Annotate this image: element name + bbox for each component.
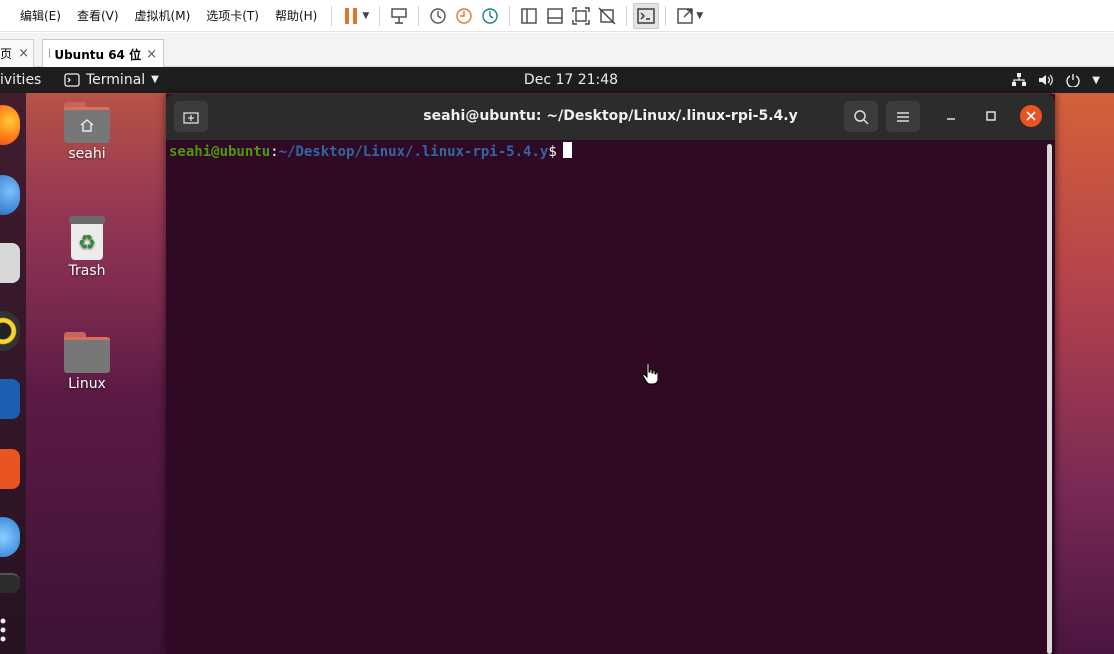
- tab-ubuntu[interactable]: Ubuntu 64 位 ×: [42, 39, 164, 68]
- chevron-down-icon[interactable]: ▼: [1092, 75, 1100, 86]
- vmware-menubar: 编辑(E) 查看(V) 虚拟机(M) 选项卡(T) 帮助(H) ▼ ▼: [0, 0, 1114, 32]
- help-icon[interactable]: [0, 517, 20, 557]
- close-icon: [1026, 111, 1036, 121]
- chevron-down-icon[interactable]: ▼: [362, 11, 369, 21]
- snapshot-manager-icon[interactable]: [477, 3, 503, 29]
- menu-tabs[interactable]: 选项卡(T): [198, 0, 267, 32]
- clock[interactable]: Dec 17 21:48: [0, 67, 1114, 93]
- toolbar-divider: [379, 5, 381, 26]
- revert-snapshot-icon[interactable]: [451, 3, 477, 29]
- folder-icon: [64, 332, 110, 373]
- close-icon[interactable]: ×: [146, 47, 157, 62]
- menu-edit[interactable]: 编辑(E): [12, 0, 69, 32]
- dock: [0, 93, 26, 654]
- menu-vm[interactable]: 虚拟机(M): [127, 0, 199, 32]
- terminal-window[interactable]: seahi@ubuntu: ~/Desktop/Linux/.linux-rpi…: [166, 94, 1055, 654]
- toolbar-divider: [509, 5, 511, 26]
- fit-guest-icon[interactable]: [568, 3, 594, 29]
- terminal-dock-icon[interactable]: [0, 573, 20, 593]
- maximize-icon: [986, 111, 996, 121]
- text-cursor: [562, 142, 572, 158]
- toolbar-divider: [626, 5, 628, 26]
- wallpaper-glow: [1052, 93, 1114, 654]
- autofit-icon[interactable]: [594, 3, 620, 29]
- chevron-down-icon[interactable]: ▼: [696, 11, 703, 21]
- folder-icon: [64, 102, 110, 143]
- terminal-scrollbar[interactable]: [1047, 144, 1052, 654]
- trash-icon: ♻: [69, 216, 105, 260]
- thunderbird-icon[interactable]: [0, 175, 20, 215]
- toolbar-divider: [331, 5, 333, 26]
- system-tray[interactable]: ▼: [1012, 67, 1100, 93]
- snapshot-icon[interactable]: [425, 3, 451, 29]
- close-icon[interactable]: ×: [18, 46, 29, 61]
- toolbar-divider: [418, 5, 420, 26]
- terminal-output[interactable]: seahi@ubuntu:~/Desktop/Linux/.linux-rpi-…: [166, 140, 1055, 654]
- show-apps-icon[interactable]: [0, 617, 8, 647]
- thumbnail-view-icon[interactable]: [542, 3, 568, 29]
- menu-view[interactable]: 查看(V): [69, 0, 127, 32]
- hand-pointer-icon: [642, 362, 658, 385]
- desktop-icon-home[interactable]: seahi: [52, 102, 122, 162]
- fullscreen-icon[interactable]: [672, 3, 698, 29]
- console-view-icon[interactable]: [633, 2, 660, 29]
- ubuntu-top-bar: ivities Terminal ▼ Dec 17 21:48 ▼: [0, 67, 1114, 93]
- terminal-title: seahi@ubuntu: ~/Desktop/Linux/.linux-rpi…: [423, 108, 798, 124]
- toolbar-divider: [665, 5, 667, 26]
- menu-button[interactable]: [886, 101, 920, 132]
- software-center-icon[interactable]: [0, 449, 20, 489]
- network-icon[interactable]: [1012, 73, 1027, 87]
- maximize-button[interactable]: [980, 105, 1002, 127]
- search-button[interactable]: [844, 101, 878, 132]
- home-icon: [80, 119, 94, 132]
- minimize-icon: [947, 118, 955, 120]
- prompt-user: seahi@ubuntu: [169, 144, 271, 160]
- libreoffice-writer-icon[interactable]: [0, 379, 20, 419]
- desktop-icon-trash[interactable]: ♻ Trash: [52, 216, 122, 279]
- volume-icon[interactable]: [1038, 73, 1054, 87]
- terminal-header-bar[interactable]: seahi@ubuntu: ~/Desktop/Linux/.linux-rpi…: [166, 94, 1055, 140]
- desktop-icon-label: Trash: [68, 263, 106, 279]
- prompt-colon: :: [270, 144, 279, 160]
- prompt-symbol: $: [548, 144, 557, 160]
- close-button[interactable]: [1020, 105, 1042, 127]
- hamburger-menu-icon: [897, 111, 909, 122]
- files-icon[interactable]: [0, 243, 20, 283]
- send-ctrl-alt-del-icon[interactable]: [386, 3, 412, 29]
- vmware-tab-strip: 页 × Ubuntu 64 位 ×: [0, 33, 1114, 68]
- desktop-icon-linux[interactable]: Linux: [52, 332, 122, 392]
- recycle-icon: ♻: [71, 224, 103, 260]
- power-icon[interactable]: [1066, 73, 1080, 87]
- tab-home[interactable]: 页 ×: [0, 39, 34, 67]
- prompt-path: ~/Desktop/Linux/.linux-rpi-5.4.y: [278, 144, 549, 160]
- menu-help[interactable]: 帮助(H): [267, 0, 325, 32]
- rhythmbox-icon[interactable]: [0, 311, 20, 351]
- pause-icon[interactable]: [338, 3, 364, 29]
- minimize-button[interactable]: [940, 105, 962, 127]
- search-icon: [854, 109, 869, 125]
- sidebar-view-icon[interactable]: [516, 3, 542, 29]
- firefox-icon[interactable]: [0, 105, 20, 145]
- tab-ubuntu-label: Ubuntu 64 位: [54, 47, 142, 62]
- desktop-icon-label: seahi: [68, 146, 106, 162]
- tab-home-label: 页: [0, 47, 13, 61]
- desktop-icon-label: Linux: [68, 376, 106, 392]
